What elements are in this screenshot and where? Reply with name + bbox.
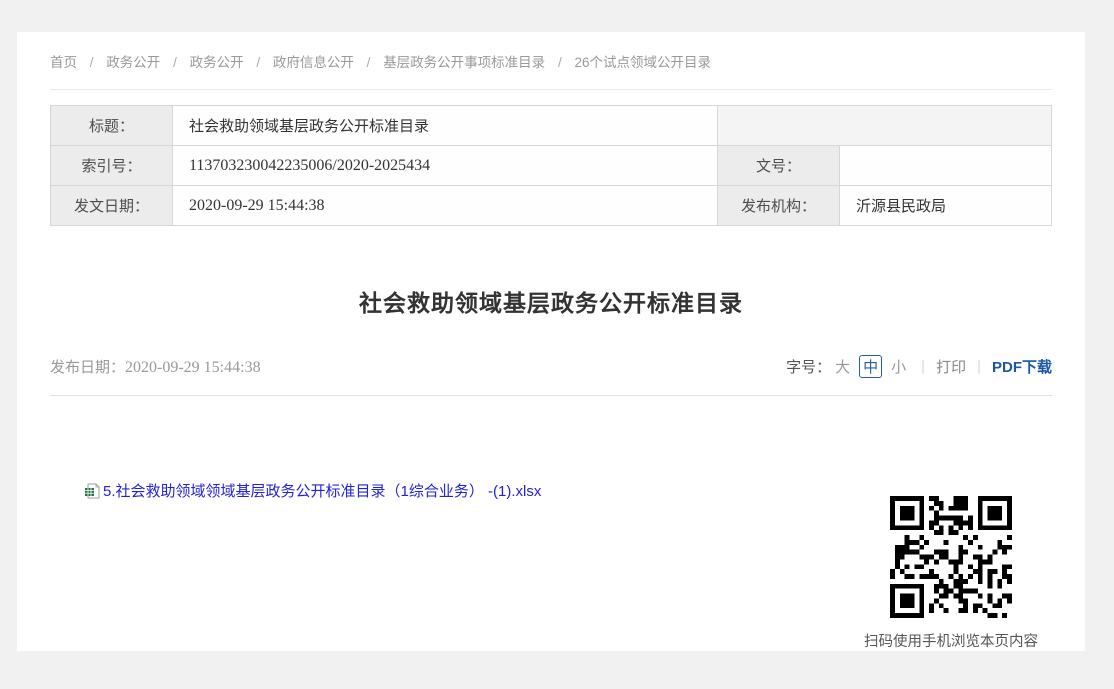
font-size-small-button[interactable]: 小	[891, 356, 906, 377]
meta-row-date: 发文日期： 2020-09-29 15:44:38 发布机构： 沂源县民政局	[51, 186, 1052, 226]
pdf-download-button[interactable]: PDF下载	[992, 356, 1052, 377]
qr-code	[890, 496, 1012, 618]
breadcrumb: 首页 / 政务公开 / 政务公开 / 政府信息公开 / 基层政务公开事项标准目录…	[50, 32, 1052, 90]
font-size-label: 字号：	[786, 356, 831, 377]
breadcrumb-separator: /	[90, 55, 94, 70]
font-size-large-button[interactable]: 大	[835, 356, 850, 377]
meta-value-issue-date: 2020-09-29 15:44:38	[173, 186, 718, 226]
print-button[interactable]: 打印	[936, 356, 966, 377]
article-info-row: 发布日期：2020-09-29 15:44:38 字号： 大 中 小 | 打印 …	[50, 355, 1052, 396]
meta-value-doc-number	[840, 146, 1052, 186]
meta-label-issue-date: 发文日期：	[51, 186, 173, 226]
toolbar-separator: |	[921, 358, 925, 375]
qr-area: 扫码使用手机浏览本页内容	[837, 496, 1065, 651]
breadcrumb-separator: /	[256, 55, 260, 70]
toolbar: 字号： 大 中 小 | 打印 | PDF下载	[786, 355, 1052, 378]
meta-table: 标题： 社会救助领域基层政务公开标准目录 索引号： 11370323004223…	[50, 105, 1052, 226]
qr-caption: 扫码使用手机浏览本页内容	[837, 630, 1065, 651]
content-card: 首页 / 政务公开 / 政务公开 / 政府信息公开 / 基层政务公开事项标准目录…	[17, 32, 1085, 651]
meta-row-index: 索引号： 113703230042235006/2020-2025434 文号：	[51, 146, 1052, 186]
page-title: 社会救助领域基层政务公开标准目录	[50, 284, 1052, 318]
breadcrumb-item-zhengwugongkai-1[interactable]: 政务公开	[106, 55, 160, 70]
toolbar-separator: |	[977, 358, 981, 375]
breadcrumb-separator: /	[367, 55, 371, 70]
meta-label-title: 标题：	[51, 106, 173, 146]
publish-date-value: 2020-09-29 15:44:38	[125, 359, 261, 376]
breadcrumb-item-standard-catalog[interactable]: 基层政务公开事项标准目录	[383, 55, 545, 70]
meta-value-agency: 沂源县民政局	[840, 186, 1052, 226]
meta-label-index-number: 索引号：	[51, 146, 173, 186]
meta-label-agency: 发布机构：	[718, 186, 840, 226]
meta-empty-cell	[718, 106, 1052, 146]
meta-value-title: 社会救助领域基层政务公开标准目录	[173, 106, 718, 146]
publish-date: 发布日期：2020-09-29 15:44:38	[50, 356, 261, 377]
breadcrumb-item-home[interactable]: 首页	[50, 55, 77, 70]
breadcrumb-item-pilot-catalog[interactable]: 26个试点领域公开目录	[574, 55, 711, 70]
meta-value-index-number: 113703230042235006/2020-2025434	[173, 146, 718, 186]
breadcrumb-separator: /	[173, 55, 177, 70]
breadcrumb-item-government-info[interactable]: 政府信息公开	[273, 55, 354, 70]
meta-label-doc-number: 文号：	[718, 146, 840, 186]
excel-file-icon	[84, 483, 100, 499]
publish-date-label: 发布日期：	[50, 359, 125, 376]
breadcrumb-separator: /	[558, 55, 562, 70]
attachment-link[interactable]: 5.社会救助领域领域基层政务公开标准目录（1综合业务） -(1).xlsx	[103, 480, 541, 501]
attachment-row: 5.社会救助领域领域基层政务公开标准目录（1综合业务） -(1).xlsx	[84, 480, 541, 501]
article-body: 5.社会救助领域领域基层政务公开标准目录（1综合业务） -(1).xlsx 扫码…	[50, 396, 1052, 658]
breadcrumb-item-zhengwugongkai-2[interactable]: 政务公开	[190, 55, 244, 70]
font-size-medium-button[interactable]: 中	[859, 355, 882, 378]
meta-row-title: 标题： 社会救助领域基层政务公开标准目录	[51, 106, 1052, 146]
